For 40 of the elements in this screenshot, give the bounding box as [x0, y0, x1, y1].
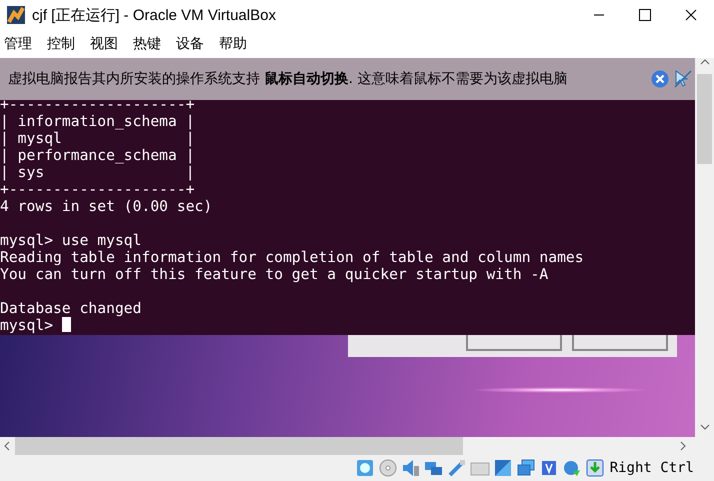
- windows-icon[interactable]: [516, 458, 536, 478]
- scroll-left-icon[interactable]: [2, 441, 12, 451]
- menu-item[interactable]: 视图: [90, 35, 125, 53]
- speaker-icon[interactable]: [400, 458, 421, 478]
- menu-item[interactable]: 控制: [47, 35, 82, 53]
- menu-item[interactable]: 热键: [133, 35, 168, 53]
- download-icon[interactable]: [584, 458, 605, 478]
- menu-item[interactable]: 帮助: [219, 35, 254, 53]
- terminal-line: Database changed: [0, 300, 142, 317]
- terminal-line: | mysql |: [0, 130, 196, 147]
- terminal-prompt: mysql>: [0, 317, 54, 334]
- terminal-line: 4 rows in set (0.00 sec): [0, 198, 214, 215]
- terminal-line: +--------------------+: [0, 181, 196, 198]
- scroll-right-icon[interactable]: [678, 441, 688, 451]
- scroll-down-icon[interactable]: [700, 423, 710, 431]
- menu-item[interactable]: 管理: [4, 35, 39, 53]
- terminal-line: Reading table information for completion of table and column names: [0, 249, 585, 266]
- scrollbar-thumb[interactable]: [15, 437, 463, 455]
- maximize-icon: [639, 9, 651, 21]
- notification-text: 虚拟电脑报告其内所安装的操作系统支持 鼠标自动切换. 这意味着鼠标不需要为该虚拟电脑: [8, 70, 568, 88]
- text-cursor: [62, 317, 72, 332]
- app-logo-icon: [6, 5, 26, 25]
- terminal-line: mysql> use mysql: [0, 232, 142, 249]
- close-icon: [685, 9, 697, 21]
- host-key-label: Right Ctrl: [610, 460, 694, 476]
- scroll-up-icon[interactable]: [700, 58, 710, 66]
- globe-arrow-icon[interactable]: [562, 458, 582, 478]
- terminal-line: | sys |: [0, 164, 196, 181]
- close-icon[interactable]: [651, 70, 669, 88]
- menu-item[interactable]: 设备: [176, 35, 211, 53]
- usb-icon[interactable]: [446, 458, 467, 478]
- scrollbar-thumb[interactable]: [697, 74, 712, 164]
- terminal-line: | information_schema |: [0, 113, 196, 130]
- window-title: cjf [正在运行] - Oracle VM VirtualBox: [32, 6, 277, 24]
- terminal-line: +--------------------+: [0, 96, 196, 113]
- terminal-line: You can turn off this feature to get a quicker startup with -A: [0, 266, 550, 283]
- mouse-pointer-icon[interactable]: [673, 69, 693, 89]
- optical-disc-icon[interactable]: [378, 458, 398, 478]
- display-icon[interactable]: [492, 458, 513, 478]
- terminal-line: | performance_schema |: [0, 147, 196, 164]
